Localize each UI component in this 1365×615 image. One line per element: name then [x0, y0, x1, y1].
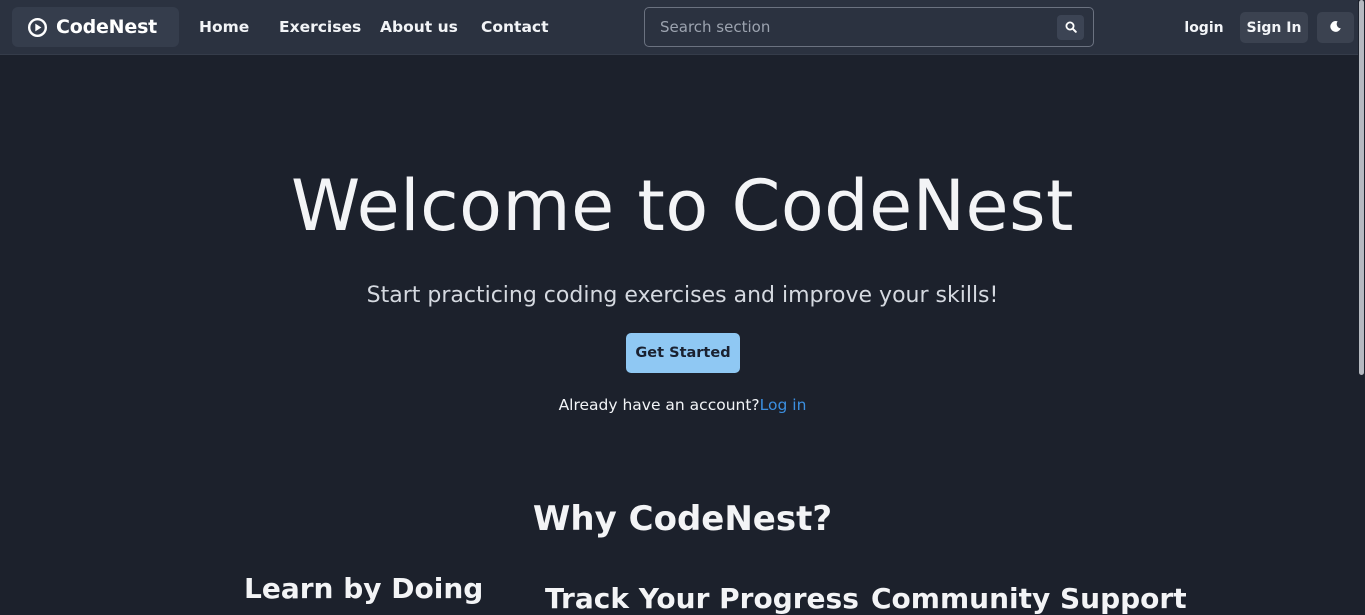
get-started-button[interactable]: Get Started [626, 333, 740, 373]
feature-title-community-support: Community Support [871, 582, 1187, 615]
why-section-title: Why CodeNest? [532, 499, 833, 539]
theme-toggle-button[interactable] [1317, 12, 1354, 43]
nav-link-home[interactable]: Home [199, 18, 249, 36]
nav-link-exercises[interactable]: Exercises [279, 18, 361, 36]
brand-home-link[interactable]: CodeNest [12, 7, 179, 47]
hero-title: Welcome to CodeNest [290, 165, 1075, 247]
brand-name: CodeNest [56, 16, 158, 38]
top-navbar: CodeNest Home Exercises About us Contact… [0, 0, 1358, 55]
hero-subtitle: Start practicing coding exercises and im… [366, 283, 999, 308]
feature-title-track-progress: Track Your Progress [545, 582, 859, 615]
moon-icon [1329, 18, 1342, 37]
play-circle-icon [27, 17, 48, 38]
nav-link-contact[interactable]: Contact [481, 18, 549, 36]
search-box [644, 7, 1094, 47]
account-prompt: Already have an account?Log in [0, 396, 1365, 414]
account-prompt-text: Already have an account? [558, 396, 760, 414]
feature-title-learn-by-doing: Learn by Doing [244, 572, 484, 605]
login-button[interactable]: login [1176, 12, 1232, 44]
log-in-link[interactable]: Log in [760, 396, 807, 414]
search-button[interactable] [1057, 14, 1084, 40]
nav-link-about-us[interactable]: About us [380, 18, 458, 36]
search-input[interactable] [645, 8, 1057, 46]
sign-in-button[interactable]: Sign In [1240, 12, 1308, 43]
search-icon [1065, 18, 1077, 37]
